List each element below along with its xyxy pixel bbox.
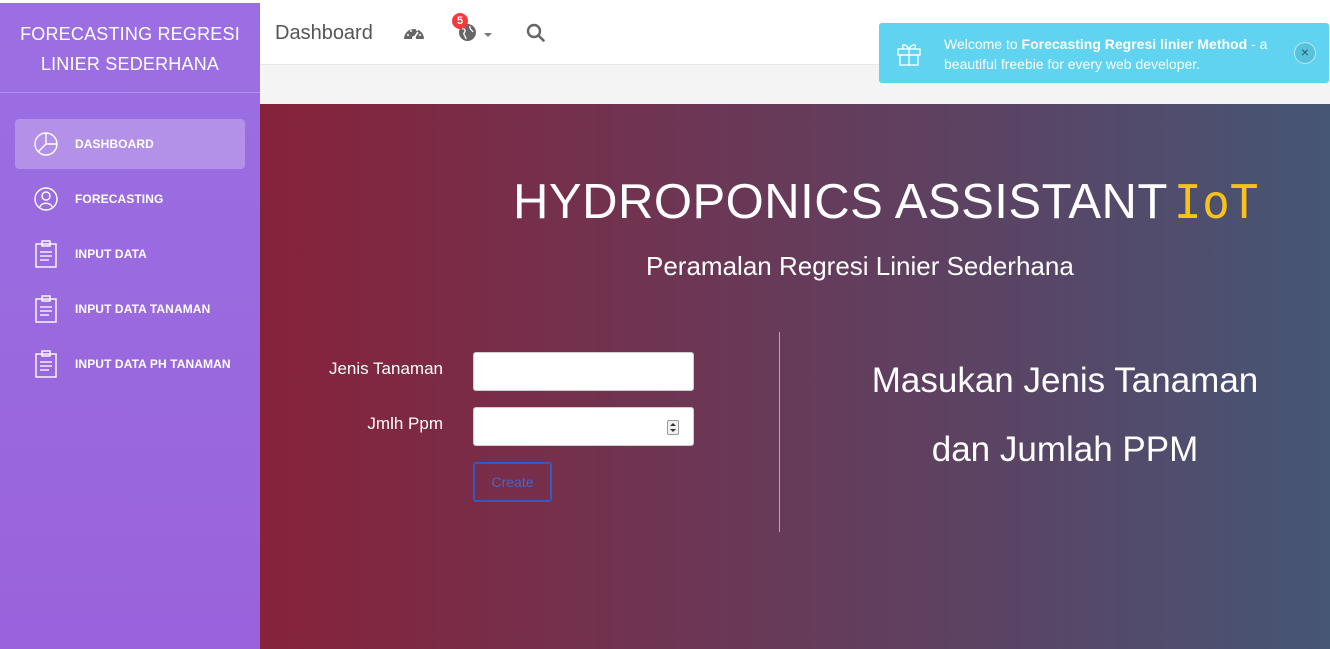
clipboard-icon [31,294,61,324]
clipboard-icon [31,349,61,379]
jenis-tanaman-input[interactable] [473,352,694,391]
sidebar-item-label: INPUT DATA TANAMAN [75,302,211,316]
jenis-tanaman-label: Jenis Tanaman [328,359,443,378]
pie-chart-icon [31,129,61,159]
hero-title-accent: IoT [1173,175,1259,229]
number-spinner[interactable] [667,420,679,435]
jumlah-ppm-label: Jmlh Ppm [367,414,443,433]
instruction-line-2: dan Jumlah PPM [931,430,1199,469]
sidebar-item-label: INPUT DATA PH TANAMAN [75,357,231,371]
vertical-divider [779,332,780,532]
page-title[interactable]: Dashboard [275,22,373,45]
sidebar-item-label: FORECASTING [75,192,164,206]
sidebar-item-dashboard[interactable]: DASHBOARD [15,119,245,169]
notification-prefix: Welcome to [944,36,1022,52]
brand-line-2: LINIER SEDERHANA [40,54,220,74]
hero-title: HYDROPONICS ASSISTANT IoT [513,174,1258,230]
search-icon[interactable] [526,23,545,47]
hero-title-text: HYDROPONICS ASSISTANT [513,175,1168,229]
hero-section: HYDROPONICS ASSISTANT IoT Peramalan Regre… [260,104,1330,649]
sidebar-item-input-data-tanaman[interactable]: INPUT DATA TANAMAN [15,284,245,334]
gift-icon [896,40,922,71]
sidebar-item-label: INPUT DATA [75,247,147,261]
sidebar-item-forecasting[interactable]: FORECASTING [15,174,245,224]
sidebar-brand[interactable]: FORECASTING REGRESI LINIER SEDERHANA [0,3,260,93]
notification-badge: 5 [452,13,468,29]
clipboard-icon [31,239,61,269]
sidebar-item-label: DASHBOARD [75,137,154,151]
welcome-notification: Welcome to Forecasting Regresi linier Me… [879,23,1329,83]
create-button[interactable]: Create [473,462,552,502]
chevron-down-icon[interactable] [484,33,492,37]
brand-line-1: FORECASTING REGRESI [20,24,240,44]
notification-message: Welcome to Forecasting Regresi linier Me… [944,34,1274,74]
dashboard-gauge-icon[interactable] [403,23,425,48]
jumlah-ppm-input[interactable] [473,407,694,446]
sidebar-nav: DASHBOARD FORECASTING INPUT DATA INPUT D… [15,119,245,394]
sidebar-item-input-data[interactable]: INPUT DATA [15,229,245,279]
notification-bold: Forecasting Regresi linier Method [1021,36,1248,52]
user-icon [31,184,61,214]
hero-subtitle: Peramalan Regresi Linier Sederhana [646,251,1074,281]
close-icon[interactable]: × [1294,42,1316,64]
sidebar: FORECASTING REGRESI LINIER SEDERHANA DAS… [0,3,260,649]
sidebar-item-input-data-ph-tanaman[interactable]: INPUT DATA PH TANAMAN [15,339,245,389]
instruction-line-1: Masukan Jenis Tanaman [871,361,1259,400]
